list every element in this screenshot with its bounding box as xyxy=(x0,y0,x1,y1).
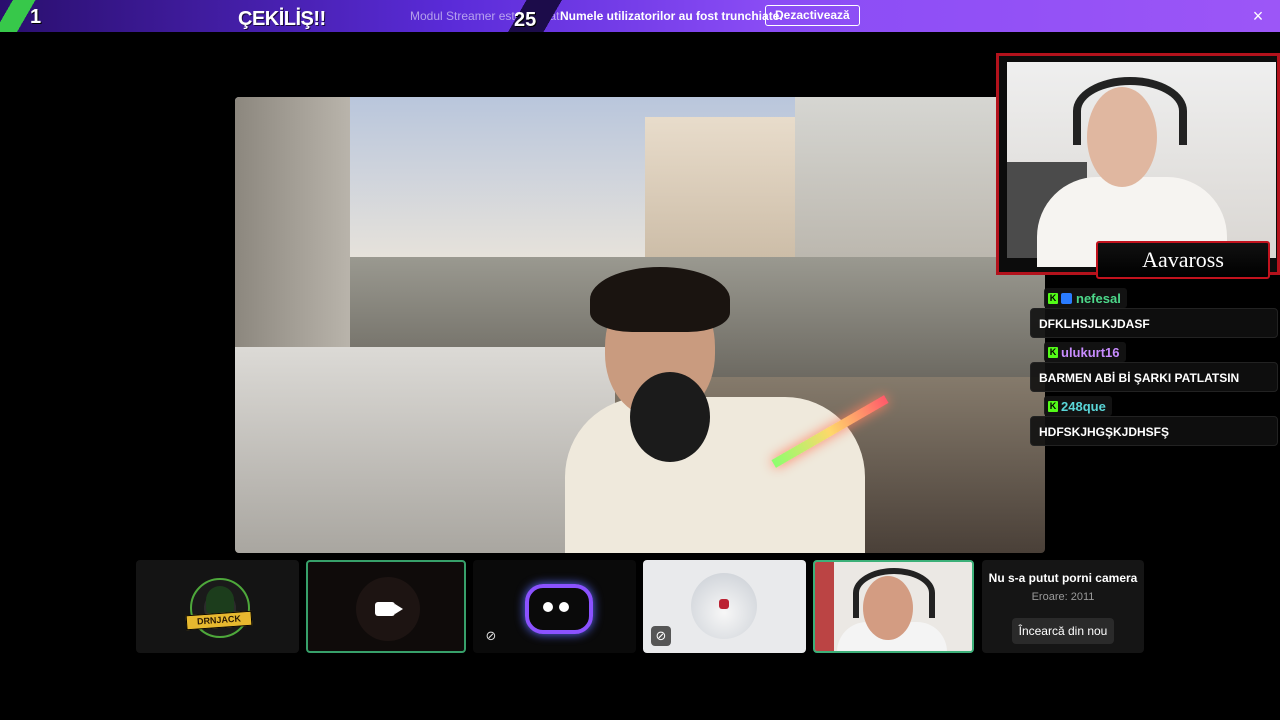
chat-message-text: BARMEN ABİ Bİ ŞARKI PATLATSIN xyxy=(1030,362,1278,392)
timer-counter: 25 xyxy=(514,9,537,31)
avatar-figure xyxy=(719,599,729,609)
truncated-names-notice: Numele utilizatorilor au fost trunchiate… xyxy=(560,9,783,23)
chat-username[interactable]: ulukurt16 xyxy=(1061,345,1120,360)
chat-user-row: K nefesal xyxy=(1044,288,1127,308)
discord-icon xyxy=(525,584,593,634)
kick-icon: K xyxy=(1048,292,1058,304)
participant-tile-camera-off[interactable] xyxy=(306,560,466,653)
chat-user-row: K 248que xyxy=(1044,396,1112,416)
discord-eye xyxy=(559,602,569,612)
microphone xyxy=(630,372,710,462)
chat-username[interactable]: 248que xyxy=(1061,399,1106,414)
chat-username[interactable]: nefesal xyxy=(1076,291,1121,306)
participant-tile-live-cam[interactable] xyxy=(813,560,974,653)
chat-message-text: DFKLHSJLKJDASF xyxy=(1030,308,1278,338)
streamer-body xyxy=(565,397,865,553)
subscriber-icon xyxy=(1061,292,1072,304)
chat-user-row: K ulukurt16 xyxy=(1044,342,1126,362)
dornjack-logo-text: DRNJACK xyxy=(185,610,253,631)
giveaway-banner: 1 ÇEKİLİŞ!! Modul Streamer este activat.… xyxy=(0,0,1280,32)
streamer-hair xyxy=(590,267,730,332)
entry-counter: 1 xyxy=(30,6,42,28)
participant-tile-snow[interactable]: ⊘ xyxy=(643,560,806,653)
camera-error-title: Nu s-a putut porni camera xyxy=(988,571,1138,585)
participant-tile-camera-error: Nu s-a putut porni camera Eroare: 2011 Î… xyxy=(982,560,1144,653)
main-video-feed[interactable] xyxy=(235,97,1045,553)
chat-message: K ulukurt16 BARMEN ABİ Bİ ŞARKI PATLATSI… xyxy=(1030,342,1280,396)
video-sofa xyxy=(235,347,615,553)
dornjack-logo: DRNJACK xyxy=(185,578,253,638)
kick-icon: K xyxy=(1048,346,1058,358)
headset-icon xyxy=(853,568,935,618)
deactivate-streamer-mode-button[interactable]: Dezactivează xyxy=(765,5,860,26)
kick-icon: K xyxy=(1048,400,1058,412)
camera-error-code: Eroare: 2011 xyxy=(1031,591,1095,603)
video-camera-icon xyxy=(375,602,403,616)
close-icon[interactable]: × xyxy=(1248,6,1268,26)
video-hidden-icon[interactable]: ⊘ xyxy=(481,626,501,646)
avatar xyxy=(356,577,420,641)
participant-tile-discord[interactable]: ⊘ xyxy=(473,560,636,653)
video-wall xyxy=(235,97,350,357)
retry-camera-button[interactable]: Încearcă din nou xyxy=(1012,618,1114,644)
hooded-figure-icon xyxy=(206,586,234,614)
chat-message: K 248que HDFSKJHGŞKJDHSFŞ xyxy=(1030,396,1280,450)
video-hidden-icon[interactable]: ⊘ xyxy=(651,626,671,646)
discord-eye xyxy=(543,602,553,612)
chat-message: K nefesal DFKLHSJLKJDASF xyxy=(1030,288,1280,342)
giveaway-title: ÇEKİLİŞ!! xyxy=(238,8,326,30)
chat-message-text: HDFSKJHGŞKJDHSFŞ xyxy=(1030,416,1278,446)
host-name-plate: Aavaross xyxy=(1096,241,1270,279)
avatar xyxy=(691,573,757,639)
host-camera-overlay: Aavaross xyxy=(996,53,1280,279)
participant-tile-dornjack[interactable]: DRNJACK xyxy=(136,560,299,653)
chat-overlay: K nefesal DFKLHSJLKJDASF K ulukurt16 BAR… xyxy=(1030,288,1280,450)
